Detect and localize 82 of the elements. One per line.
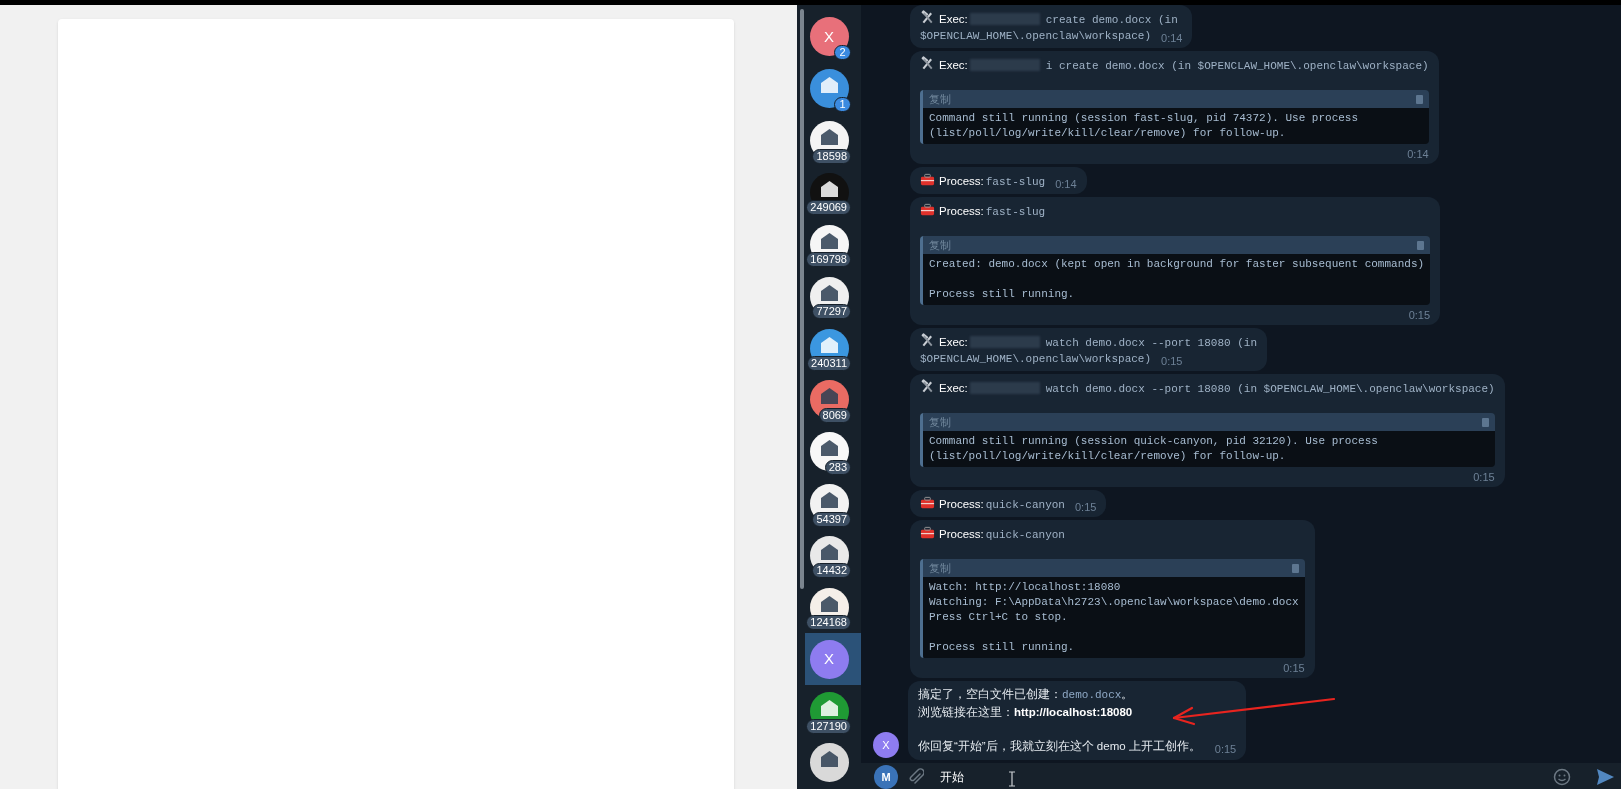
code-line: Press Ctrl+C to stop. bbox=[929, 610, 1069, 625]
message-time: 0:15 bbox=[1214, 742, 1237, 757]
chat-list-item[interactable]: X 2 bbox=[805, 11, 861, 63]
chat-list-item[interactable]: 8069 bbox=[805, 374, 861, 426]
chat-list-item[interactable]: 14432 bbox=[805, 529, 861, 582]
message-input[interactable]: 开始 bbox=[940, 767, 1543, 787]
unread-badge: 169798 bbox=[806, 252, 851, 268]
command-text: $OPENCLAW_HOME\.openclaw\workspace) bbox=[920, 30, 1152, 42]
message-composer[interactable]: M 开始 bbox=[861, 763, 1621, 789]
message-time: 0:14 bbox=[1161, 32, 1183, 44]
code-line: Command still running (session quick-canyon, pid 32120). Use process bbox=[929, 434, 1379, 449]
avatar: M bbox=[874, 765, 898, 789]
copy-icon[interactable] bbox=[1415, 94, 1423, 104]
avatar: X bbox=[873, 732, 899, 758]
toolbox-icon bbox=[920, 172, 935, 187]
message-time: 0:15 bbox=[1074, 501, 1097, 513]
message-text: 搞定了，空白文件已创建：demo.docx。 bbox=[918, 688, 1134, 700]
chat-list-item[interactable]: 240311 bbox=[805, 322, 861, 374]
chat-list-item[interactable]: 169798 bbox=[805, 218, 861, 271]
paperclip-icon[interactable] bbox=[908, 768, 924, 786]
code-line: Command still running (session fast-slug, pid 74372). Use process bbox=[929, 111, 1360, 126]
command-text: create demo.docx (in bbox=[1045, 14, 1178, 26]
message-time: 0:15 bbox=[1408, 308, 1431, 321]
message-time: 0:14 bbox=[1055, 178, 1077, 190]
chat-list-item[interactable]: 18598 bbox=[805, 114, 861, 167]
message-time: 0:14 bbox=[1407, 147, 1429, 160]
code-line: Process still running. bbox=[929, 640, 1076, 655]
unread-badge: 127190 bbox=[806, 719, 851, 735]
send-icon[interactable] bbox=[1595, 767, 1615, 787]
chat-list-item[interactable]: 283 bbox=[805, 425, 861, 478]
command-text: i create demo.docx (in $OPENCLAW_HOME\.openclaw\workspace) bbox=[1045, 60, 1429, 72]
toolbox-icon bbox=[920, 525, 935, 540]
message-time: 0:15 bbox=[1161, 355, 1183, 367]
toolbox-icon bbox=[920, 202, 935, 217]
chat-list-item[interactable]: 1 bbox=[805, 62, 861, 115]
tool-label: Exec: bbox=[939, 59, 968, 71]
message-text: 浏览链接在这里：http://localhost:18080 bbox=[918, 706, 1133, 718]
avatar: X bbox=[809, 639, 849, 679]
copy-icon[interactable] bbox=[1417, 240, 1425, 250]
code-line: Created: demo.docx (kept open in background for faster subsequent commands) bbox=[929, 257, 1425, 272]
tool-label: Process: bbox=[939, 205, 984, 217]
tool-label: Exec: bbox=[939, 13, 968, 25]
unread-badge: 249069 bbox=[806, 200, 851, 216]
unread-badge: 240311 bbox=[807, 356, 851, 371]
emoji-icon[interactable] bbox=[1553, 768, 1571, 786]
hammer-wrench-icon bbox=[920, 10, 935, 25]
command-text: watch demo.docx --port 18080 (in bbox=[1045, 337, 1257, 349]
chat-list-item[interactable]: 77297 bbox=[805, 270, 861, 323]
copy-icon[interactable] bbox=[1291, 563, 1299, 573]
code-line: Watch: http://localhost:18080 bbox=[929, 580, 1122, 595]
message-time: 0:15 bbox=[1283, 661, 1305, 674]
chat-list-item[interactable]: 54397 bbox=[805, 477, 861, 530]
command-text: $OPENCLAW_HOME\.openclaw\workspace) bbox=[920, 353, 1152, 365]
command-text: quick-canyon bbox=[985, 499, 1065, 511]
tool-label: Process: bbox=[939, 175, 984, 187]
tool-label: Exec: bbox=[939, 336, 968, 348]
code-line: Watching: F:\AppData\h2723\.openclaw\workspace\demo.docx bbox=[929, 595, 1299, 610]
unread-badge: 124168 bbox=[806, 615, 851, 631]
code-line: (list/poll/log/write/kill/clear/remove) for follow-up. bbox=[929, 449, 1287, 464]
hammer-wrench-icon bbox=[920, 56, 935, 71]
chat-list-item[interactable]: 127190 bbox=[805, 685, 861, 738]
message-time: 0:15 bbox=[1473, 470, 1495, 483]
text-cursor-icon bbox=[1008, 771, 1016, 787]
tool-label: Process: bbox=[939, 498, 984, 510]
tool-label: Exec: bbox=[939, 382, 968, 394]
command-text: quick-canyon bbox=[985, 529, 1065, 541]
chat-list-item[interactable]: 249069 bbox=[805, 166, 861, 219]
unread-badge: 14432 bbox=[812, 563, 851, 579]
message-text: 你回复“开始”后，我就立刻在这个 demo 上开工创作。 bbox=[918, 739, 1201, 754]
command-text: watch demo.docx --port 18080 (in $OPENCLAW_HOME\.openclaw\workspace) bbox=[1045, 383, 1495, 395]
hammer-wrench-icon bbox=[920, 333, 935, 348]
command-text: fast-slug bbox=[985, 206, 1046, 218]
copy-icon[interactable] bbox=[1481, 417, 1489, 427]
toolbox-icon bbox=[920, 495, 935, 510]
unread-badge: 77297 bbox=[812, 304, 851, 320]
command-text: fast-slug bbox=[985, 176, 1046, 188]
chat-list-item[interactable]: 124168 bbox=[805, 581, 861, 634]
scrollbar[interactable] bbox=[800, 9, 804, 589]
code-line: Process still running. bbox=[929, 287, 1076, 302]
code-line: (list/poll/log/write/kill/clear/remove) for follow-up. bbox=[929, 126, 1287, 141]
tool-label: Process: bbox=[939, 528, 984, 540]
hammer-wrench-icon bbox=[920, 379, 935, 394]
